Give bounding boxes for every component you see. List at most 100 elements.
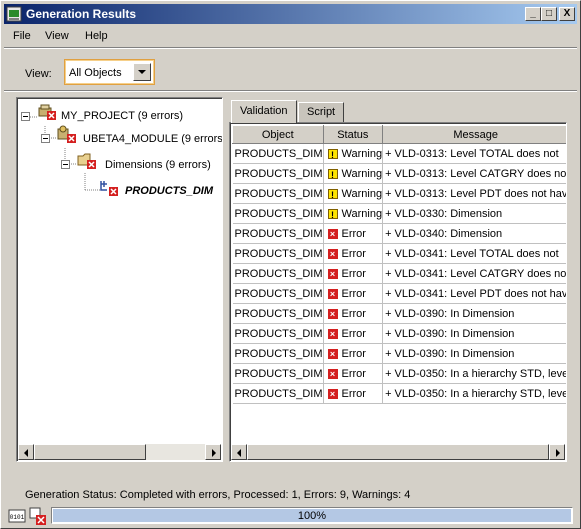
title-bar[interactable]: Generation Results _ □ X: [4, 4, 577, 24]
table-row[interactable]: PRODUCTS_DIM! Warning + VLD-0330: Dimensio…: [232, 203, 566, 224]
cell-message[interactable]: + VLD-0341: Level CATGRY does no: [382, 263, 566, 284]
menu-file[interactable]: File: [13, 30, 31, 42]
scroll-left-button[interactable]: [18, 444, 34, 460]
error-icon: ×: [327, 348, 338, 359]
status-badge: × Error: [326, 368, 366, 380]
cell-message[interactable]: + VLD-0390: In Dimension: [382, 343, 566, 364]
table-row[interactable]: PRODUCTS_DIM × Error + VLD-0390: In Dimensi…: [232, 323, 566, 344]
generation-results-window: Generation Results _ □ X File View Help …: [0, 0, 581, 529]
object-tree[interactable]: MY_PROJECT (9 errors) UBETA4_MODULE (9 e…: [16, 97, 223, 462]
table-row[interactable]: PRODUCTS_DIM! Warning + VLD-0313: Level CA…: [232, 163, 566, 184]
expand-toggle[interactable]: [61, 160, 70, 169]
cell-object: PRODUCTS_DIM: [232, 223, 324, 244]
cell-object: PRODUCTS_DIM: [232, 303, 324, 324]
binary-icon[interactable]: 0101: [8, 507, 26, 525]
warning-icon: !: [327, 208, 338, 220]
status-text: Error: [341, 387, 366, 400]
status-text: Error: [341, 227, 366, 240]
table-row[interactable]: PRODUCTS_DIM × Error + VLD-0390: In Dimensi…: [232, 343, 566, 364]
table-row[interactable]: PRODUCTS_DIM × Error + VLD-0350: In a hiera…: [232, 363, 566, 384]
cell-object: PRODUCTS_DIM: [232, 243, 324, 264]
maximize-button[interactable]: □: [541, 7, 557, 21]
cell-message[interactable]: + VLD-0341: Level PDT does not hav: [382, 283, 566, 304]
table-row[interactable]: PRODUCTS_DIM × Error + VLD-0341: Level CATG…: [232, 263, 566, 284]
menu-view[interactable]: View: [45, 30, 69, 42]
menu-bar: File View Help: [4, 27, 577, 45]
table-row[interactable]: PRODUCTS_DIM! Warning + VLD-0313: Level PD…: [232, 183, 566, 204]
cell-status: ! Warning: [323, 183, 384, 204]
scroll-right-button[interactable]: [205, 444, 221, 460]
progress-label: 100%: [297, 510, 327, 522]
cell-message[interactable]: + VLD-0313: Level CATGRY does no: [382, 163, 566, 184]
status-text: Error: [341, 247, 366, 260]
table-row[interactable]: PRODUCTS_DIM × Error + VLD-0350: In a hiera…: [232, 383, 566, 404]
cell-message[interactable]: + VLD-0350: In a hierarchy STD, leve: [382, 363, 566, 384]
status-badge: ! Warning: [326, 207, 383, 220]
tree-node-products-dim[interactable]: PRODUCTS_DIM: [125, 185, 213, 197]
cell-object: PRODUCTS_DIM: [232, 363, 324, 384]
column-header-status[interactable]: Status: [322, 125, 384, 144]
menu-help[interactable]: Help: [85, 30, 108, 42]
column-header-message[interactable]: Message: [382, 125, 566, 144]
clear-errors-icon[interactable]: [29, 507, 47, 525]
cell-object: PRODUCTS_DIM: [232, 183, 324, 204]
tab-validation[interactable]: Validation: [231, 100, 297, 123]
cell-object: PRODUCTS_DIM: [232, 263, 324, 284]
table-row[interactable]: PRODUCTS_DIM × Error + VLD-0340: Dimension: [232, 223, 566, 244]
table-hscrollbar[interactable]: [231, 444, 565, 460]
status-badge: × Error: [326, 388, 366, 400]
project-icon: [38, 104, 56, 120]
expand-toggle[interactable]: [41, 134, 50, 143]
scroll-left-button[interactable]: [231, 444, 247, 460]
tree-hscrollbar[interactable]: [18, 444, 221, 460]
cell-message[interactable]: + VLD-0330: Dimension: [382, 203, 566, 224]
app-icon: [6, 6, 22, 22]
cell-status: × Error: [323, 303, 384, 324]
scroll-thumb[interactable]: [247, 444, 549, 460]
folder-icon: [77, 153, 96, 169]
scroll-right-button[interactable]: [549, 444, 565, 460]
warning-icon: !: [327, 148, 338, 160]
table-row[interactable]: PRODUCTS_DIM × Error + VLD-0390: In Dimensi…: [232, 303, 566, 324]
chevron-down-icon[interactable]: [133, 63, 151, 81]
table-header-row: Object Status Message: [232, 125, 566, 144]
tree-node-project[interactable]: MY_PROJECT (9 errors): [61, 110, 183, 122]
cell-message[interactable]: + VLD-0313: Level PDT does not hav: [382, 183, 566, 204]
menu-divider: [4, 47, 577, 49]
error-icon: ×: [327, 368, 338, 379]
cell-message[interactable]: + VLD-0390: In Dimension: [382, 323, 566, 344]
progress-bar: 100%: [51, 507, 573, 524]
status-text: Error: [341, 327, 366, 340]
cell-message[interactable]: + VLD-0313: Level TOTAL does not: [382, 143, 566, 164]
table-row[interactable]: PRODUCTS_DIM! Warning + VLD-0313: Level TO…: [232, 143, 566, 164]
cell-status: ! Warning: [323, 203, 384, 224]
cell-message[interactable]: + VLD-0341: Level TOTAL does not: [382, 243, 566, 264]
view-select[interactable]: All Objects: [64, 59, 155, 85]
cell-message[interactable]: + VLD-0340: Dimension: [382, 223, 566, 244]
cell-status: × Error: [323, 283, 384, 304]
cell-object: PRODUCTS_DIM: [232, 143, 324, 164]
table-row[interactable]: PRODUCTS_DIM × Error + VLD-0341: Level TOTA…: [232, 243, 566, 264]
status-text: Error: [341, 347, 366, 360]
cell-object: PRODUCTS_DIM: [232, 343, 324, 364]
tree-node-module[interactable]: UBETA4_MODULE (9 errors): [83, 133, 222, 145]
cell-message[interactable]: + VLD-0390: In Dimension: [382, 303, 566, 324]
tab-script[interactable]: Script: [298, 102, 345, 122]
cell-status: × Error: [323, 383, 384, 404]
cell-status: × Error: [323, 363, 384, 384]
status-badge: ! Warning: [326, 188, 382, 200]
close-button[interactable]: X: [559, 7, 575, 21]
expand-toggle[interactable]: [21, 112, 30, 121]
table-row[interactable]: PRODUCTS_DIM × Error + VLD-0341: Level PDT …: [232, 283, 566, 304]
table-body: PRODUCTS_DIM! Warning + VLD-0313: Level TO…: [232, 143, 566, 404]
column-header-object[interactable]: Object: [232, 125, 324, 144]
cell-message[interactable]: + VLD-0350: In a hierarchy STD, leve: [382, 383, 566, 404]
status-text: Warning: [341, 167, 383, 180]
window-title: Generation Results: [26, 7, 137, 21]
minimize-button[interactable]: _: [525, 7, 541, 21]
status-badge: × Error: [326, 288, 366, 300]
cell-status: × Error: [323, 243, 384, 264]
tree-node-dimensions[interactable]: Dimensions (9 errors): [105, 159, 211, 171]
status-text: Warning: [341, 207, 383, 220]
scroll-thumb[interactable]: [34, 444, 146, 460]
